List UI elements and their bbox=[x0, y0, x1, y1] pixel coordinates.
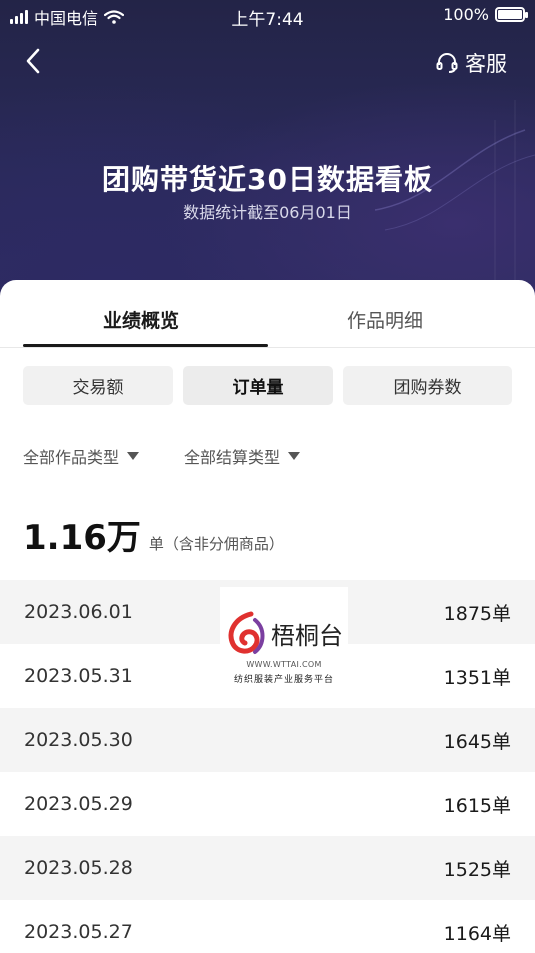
row-value: 1525单 bbox=[443, 858, 511, 881]
summary: 1.16万 单（含非分佣商品） bbox=[23, 510, 284, 559]
watermark-logo: 梧桐台 WWW.WTTAI.COM 纺织服装产业服务平台 bbox=[220, 587, 348, 707]
list-item: 2023.05.29 1615单 bbox=[0, 772, 535, 836]
list-item: 2023.05.30 1645单 bbox=[0, 708, 535, 772]
row-value: 1351单 bbox=[443, 666, 511, 689]
page-title: 团购带货近30日数据看板 bbox=[102, 163, 433, 196]
service-label: 客服 bbox=[465, 52, 507, 76]
row-value: 1645单 bbox=[443, 730, 511, 753]
row-value: 1875单 bbox=[443, 602, 511, 625]
page-subtitle: 数据统计截至06月01日 bbox=[183, 203, 352, 222]
watermark-url: WWW.WTTAI.COM bbox=[246, 659, 322, 669]
metric-order-count[interactable]: 订单量 bbox=[183, 366, 333, 405]
row-value: 1615单 bbox=[443, 794, 511, 817]
metric-coupon-count[interactable]: 团购券数 bbox=[343, 366, 512, 405]
filter-work-type[interactable]: 全部作品类型 bbox=[23, 444, 140, 468]
customer-service-button[interactable]: 客服 bbox=[435, 48, 507, 78]
list-item: 2023.05.28 1525单 bbox=[0, 836, 535, 900]
back-icon[interactable] bbox=[22, 46, 46, 76]
tab-works-detail[interactable]: 作品明细 bbox=[347, 306, 423, 333]
caret-down-icon bbox=[127, 452, 140, 460]
headset-icon bbox=[436, 53, 458, 73]
row-date: 2023.05.30 bbox=[24, 729, 133, 751]
summary-value: 1.16万 bbox=[23, 518, 141, 558]
nav-bar: 客服 bbox=[0, 40, 535, 84]
status-bar: 中国电信 上午7:44 100% bbox=[0, 0, 535, 30]
tab-overview[interactable]: 业绩概览 bbox=[103, 306, 179, 333]
filter-bar: 全部作品类型 全部结算类型 bbox=[23, 444, 301, 468]
filter-work-type-label: 全部作品类型 bbox=[23, 448, 120, 467]
row-date: 2023.05.27 bbox=[24, 921, 133, 943]
filter-settlement-type[interactable]: 全部结算类型 bbox=[184, 444, 301, 468]
row-date: 2023.05.29 bbox=[24, 793, 133, 815]
row-date: 2023.05.28 bbox=[24, 857, 133, 879]
caret-down-icon bbox=[288, 452, 301, 460]
metric-transaction-amount[interactable]: 交易额 bbox=[23, 366, 173, 405]
header-banner: 中国电信 上午7:44 100% 客服 团购带货近30日数据看板 数据统计截至0… bbox=[0, 0, 535, 320]
watermark-name: 梧桐台 bbox=[271, 622, 343, 650]
battery-icon bbox=[495, 7, 528, 22]
summary-unit: 单（含非分佣商品） bbox=[148, 535, 284, 553]
row-date: 2023.06.01 bbox=[24, 601, 133, 623]
row-value: 1164单 bbox=[443, 922, 511, 945]
tab-bar: 业绩概览 作品明细 bbox=[0, 280, 535, 348]
battery-percent: 100% bbox=[443, 5, 489, 24]
logo-icon bbox=[228, 611, 265, 654]
filter-settlement-type-label: 全部结算类型 bbox=[184, 448, 281, 467]
row-date: 2023.05.31 bbox=[24, 665, 133, 687]
tab-indicator bbox=[23, 344, 268, 347]
list-item: 2023.05.27 1164单 bbox=[0, 900, 535, 953]
watermark-slogan: 纺织服装产业服务平台 bbox=[233, 674, 334, 685]
